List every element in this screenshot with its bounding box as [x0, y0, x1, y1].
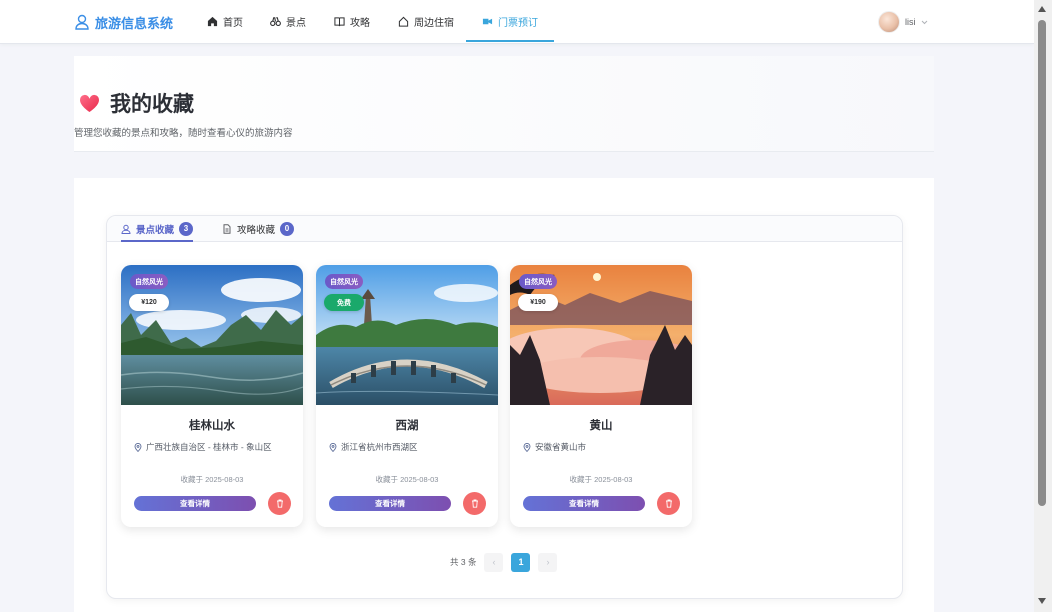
brand[interactable]: 旅游信息系统	[75, 13, 173, 31]
location-text: 安徽省黄山市	[535, 442, 587, 452]
nav-item-label: 门票预订	[498, 17, 538, 29]
spot-card[interactable]: 自然风光 ¥190 黄山 安徽省黄山市 收藏于 2025-08-03 查看详情	[510, 265, 692, 527]
nav-item-label: 首页	[223, 17, 243, 29]
total-count: 共 3 条	[450, 557, 477, 567]
nav-item-label: 攻略	[350, 17, 370, 29]
trash-icon	[665, 499, 672, 508]
book-icon	[334, 16, 345, 26]
page-title: 我的收藏	[79, 88, 194, 118]
view-details-button[interactable]: 查看详情	[329, 496, 451, 511]
chevron-right-icon: ›	[546, 557, 550, 567]
category-badge: 自然风光	[130, 274, 168, 289]
spot-location: 安徽省黄山市	[523, 441, 586, 453]
pagination: 共 3 条 ‹ 1 ›	[450, 552, 558, 572]
location-pin-icon	[329, 442, 337, 452]
tab-spot-favorites[interactable]: 景点收藏 3	[121, 216, 194, 242]
nav-item-label: 周边住宿	[414, 17, 454, 29]
spot-location: 广西壮族自治区 - 桂林市 - 象山区	[134, 441, 272, 453]
top-navbar: 旅游信息系统 首页 景点 攻略 周边住宿 门票预订 lisi	[0, 0, 1034, 44]
delete-favorite-button[interactable]	[463, 492, 486, 515]
view-details-button[interactable]: 查看详情	[523, 496, 645, 511]
nav-item-lodging[interactable]: 周边住宿	[396, 0, 456, 42]
nav-item-tickets[interactable]: 门票预订	[466, 0, 554, 42]
user-icon	[75, 14, 89, 30]
nav-item-spots[interactable]: 景点	[268, 0, 308, 42]
saved-date: 收藏于 2025-08-03	[375, 475, 439, 484]
price-badge: ¥120	[129, 294, 169, 311]
tab-label: 攻略收藏	[237, 224, 276, 236]
vertical-scrollbar[interactable]	[1034, 0, 1052, 612]
page-title-text: 我的收藏	[110, 93, 194, 116]
spot-name: 黄山	[589, 420, 613, 432]
location-user-icon	[121, 224, 131, 234]
chevron-left-icon: ‹	[492, 557, 496, 567]
category-badge: 自然风光	[519, 274, 557, 289]
location-pin-icon	[134, 442, 142, 452]
spot-card[interactable]: 自然风光 免费 西湖 浙江省杭州市西湖区 收藏于 2025-08-03 查看详情	[316, 265, 498, 527]
nav-item-guides[interactable]: 攻略	[332, 0, 372, 42]
trash-icon	[471, 499, 478, 508]
page-header: 我的收藏 管理您收藏的景点和攻略，随时查看心仪的旅游内容	[74, 56, 934, 152]
house-icon	[398, 16, 409, 27]
view-details-button[interactable]: 查看详情	[134, 496, 256, 511]
spot-name: 西湖	[395, 420, 419, 432]
user-name: lisi	[905, 17, 916, 27]
chevron-down-icon	[921, 20, 927, 24]
next-page-button[interactable]: ›	[538, 552, 558, 572]
spot-card[interactable]: 自然风光 ¥120 桂林山水 广西壮族自治区 - 桂林市 - 象山区 收藏于 2…	[121, 265, 303, 527]
delete-favorite-button[interactable]	[657, 492, 680, 515]
trash-icon	[276, 499, 283, 508]
tab-count-badge: 0	[280, 221, 295, 236]
price-badge: ¥190	[518, 294, 558, 311]
home-icon	[207, 16, 218, 26]
scroll-up-arrow[interactable]	[1038, 6, 1046, 12]
ticket-icon	[482, 18, 493, 24]
category-badge: 自然风光	[325, 274, 363, 289]
location-text: 浙江省杭州市西湖区	[341, 442, 418, 452]
location-text: 广西壮族自治区 - 桂林市 - 象山区	[146, 442, 272, 452]
avatar	[878, 11, 900, 33]
scroll-thumb[interactable]	[1038, 20, 1046, 506]
spot-location: 浙江省杭州市西湖区	[329, 441, 418, 453]
brand-title: 旅游信息系统	[95, 15, 174, 31]
nav-item-label: 景点	[286, 17, 306, 29]
heart-icon	[79, 94, 100, 112]
spot-name: 桂林山水	[189, 420, 235, 432]
price-badge: 免费	[324, 294, 364, 311]
tab-label: 景点收藏	[136, 224, 175, 236]
nav-item-home[interactable]: 首页	[205, 0, 245, 42]
page-number-current[interactable]: 1	[511, 552, 531, 572]
document-icon	[223, 223, 231, 234]
user-menu[interactable]: lisi	[878, 11, 928, 33]
scroll-down-arrow[interactable]	[1038, 598, 1046, 604]
delete-favorite-button[interactable]	[268, 492, 291, 515]
tab-guide-favorites[interactable]: 攻略收藏 0	[222, 216, 295, 241]
location-pin-icon	[523, 442, 531, 452]
saved-date: 收藏于 2025-08-03	[569, 475, 633, 484]
prev-page-button[interactable]: ‹	[484, 552, 504, 572]
binoculars-icon	[270, 16, 281, 26]
saved-date: 收藏于 2025-08-03	[180, 475, 244, 484]
page-subtitle: 管理您收藏的景点和攻略，随时查看心仪的旅游内容	[74, 128, 293, 139]
tab-count-badge: 3	[179, 221, 194, 236]
tab-bar: 景点收藏 3 攻略收藏 0	[107, 216, 902, 242]
